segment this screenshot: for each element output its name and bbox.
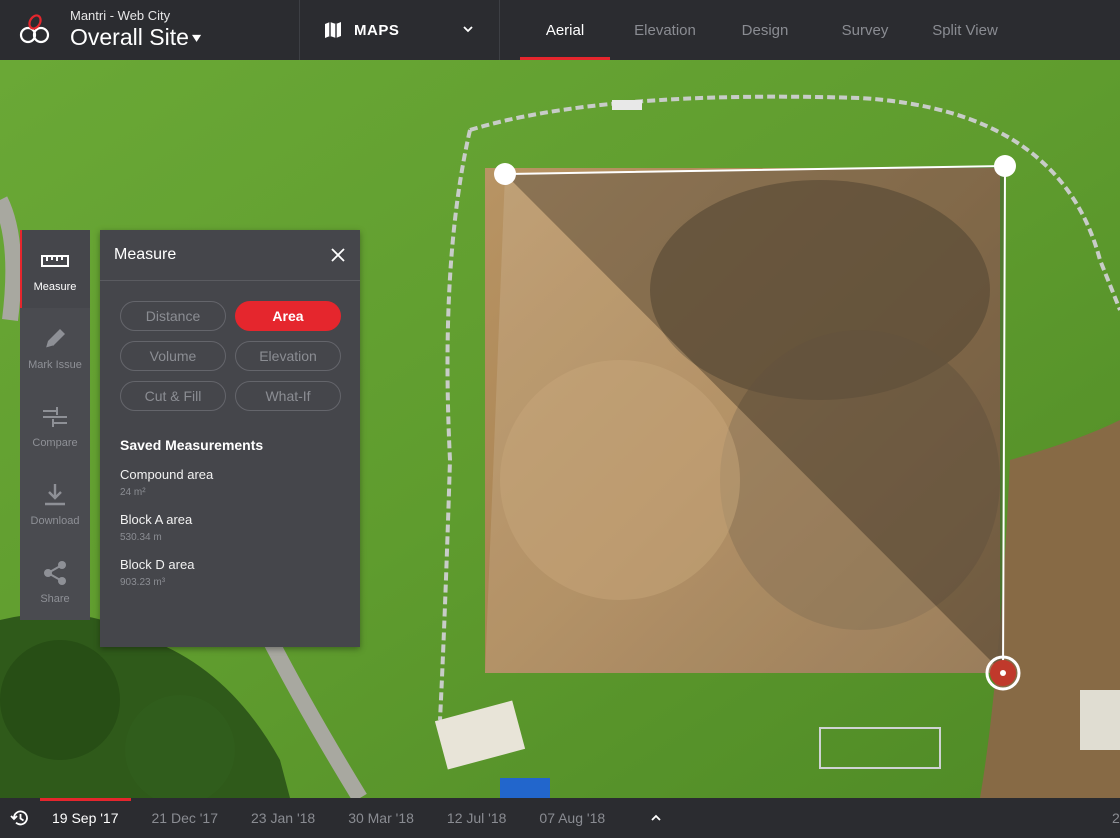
area-button[interactable]: Area xyxy=(235,301,341,331)
site-name[interactable]: Overall Site ▾ xyxy=(70,23,201,51)
rail-label: Download xyxy=(30,514,80,527)
timeline-date[interactable]: 07 Aug '18 xyxy=(527,798,617,838)
saved-measurement-name: Compound area xyxy=(120,467,214,482)
rail-label: Compare xyxy=(32,436,78,449)
maps-dropdown[interactable]: MAPS xyxy=(300,0,500,60)
rail-label: Measure xyxy=(33,280,77,293)
rail-item-share[interactable]: Share xyxy=(20,542,90,620)
view-tabs: Aerial Elevation Design Survey Split Vie… xyxy=(500,0,1020,60)
tab-elevation[interactable]: Elevation xyxy=(620,0,710,60)
timeline-bar: 19 Sep '17 21 Dec '17 23 Jan '18 30 Mar … xyxy=(0,798,1120,838)
timeline-date[interactable]: 30 Mar '18 xyxy=(336,798,426,838)
elevation-button[interactable]: Elevation xyxy=(235,341,341,371)
saved-measurement-value: 24 m² xyxy=(120,487,146,498)
site-selector[interactable]: Mantri - Web City Overall Site ▾ xyxy=(70,8,201,51)
tab-split-view[interactable]: Split View xyxy=(920,0,1010,60)
app-logo-icon xyxy=(19,14,50,44)
saved-measurement-name: Block A area xyxy=(120,512,193,527)
map-icon xyxy=(325,22,341,38)
rail-item-mark-issue[interactable]: Mark Issue xyxy=(20,308,90,386)
timeline-date[interactable]: 23 Jan '18 xyxy=(239,798,327,838)
panel-title: Measure xyxy=(114,246,177,263)
share-icon xyxy=(44,560,66,585)
maps-dropdown-label: MAPS xyxy=(354,21,400,39)
rail-label: Share xyxy=(40,592,70,605)
saved-measurement-value: 903.23 m³ xyxy=(120,577,166,588)
site-name-label: Overall Site xyxy=(70,24,189,50)
cut-and-fill-button[interactable]: Cut & Fill xyxy=(120,381,226,411)
timeline-date[interactable]: 21 Dec '17 xyxy=(140,798,231,838)
project-name: Mantri - Web City xyxy=(70,8,171,23)
volume-button[interactable]: Volume xyxy=(120,341,226,371)
rail-item-download[interactable]: Download xyxy=(20,464,90,542)
rail-item-measure[interactable]: Measure xyxy=(20,230,90,308)
saved-measurements-heading: Saved Measurements xyxy=(120,437,264,453)
download-icon xyxy=(45,483,65,505)
list-item[interactable]: Block A area 530.34 m xyxy=(120,512,360,543)
history-icon xyxy=(10,810,28,826)
rail-item-compare[interactable]: Compare xyxy=(20,386,90,464)
expand-timeline-button[interactable] xyxy=(641,798,671,838)
measure-panel-header: Measure xyxy=(100,230,360,281)
distance-button[interactable]: Distance xyxy=(120,301,226,331)
what-if-button[interactable]: What-If xyxy=(235,381,341,411)
measure-tool-grid: Distance Area Volume Elevation Cut & Fil… xyxy=(100,281,360,411)
timeline-date[interactable]: 12 Jul '18 xyxy=(435,798,519,838)
list-item[interactable]: Block D area 903.23 m³ xyxy=(120,557,360,588)
compare-icon xyxy=(43,406,67,427)
tab-aerial[interactable]: Aerial xyxy=(520,0,610,60)
tab-design[interactable]: Design xyxy=(720,0,810,60)
measure-panel: Measure Distance Area Volume Elevation C… xyxy=(100,230,360,647)
chevron-down-icon xyxy=(463,26,473,33)
saved-measurement-name: Block D area xyxy=(120,557,195,572)
saved-measurement-value: 530.34 m xyxy=(120,532,162,543)
saved-measurements-list: Compound area 24 m² Block A area 530.34 … xyxy=(100,453,360,588)
list-item[interactable]: Compound area 24 m² xyxy=(120,467,360,498)
tool-rail: Measure Mark Issue Compare Download Shar… xyxy=(20,230,90,620)
tab-survey[interactable]: Survey xyxy=(820,0,910,60)
ruler-icon xyxy=(41,254,69,267)
pencil-icon xyxy=(45,328,65,348)
history-button[interactable] xyxy=(0,798,40,838)
timeline-overflow-date[interactable]: 2 xyxy=(1112,798,1120,838)
chevron-down-icon: ▾ xyxy=(191,29,201,45)
timeline-date[interactable]: 19 Sep '17 xyxy=(40,798,131,838)
close-icon[interactable] xyxy=(330,247,346,263)
chevron-up-icon xyxy=(651,814,661,821)
top-bar: Mantri - Web City Overall Site ▾ MAPS Ae… xyxy=(0,0,1120,60)
brand-area: Mantri - Web City Overall Site ▾ xyxy=(0,0,300,60)
rail-label: Mark Issue xyxy=(28,358,82,371)
